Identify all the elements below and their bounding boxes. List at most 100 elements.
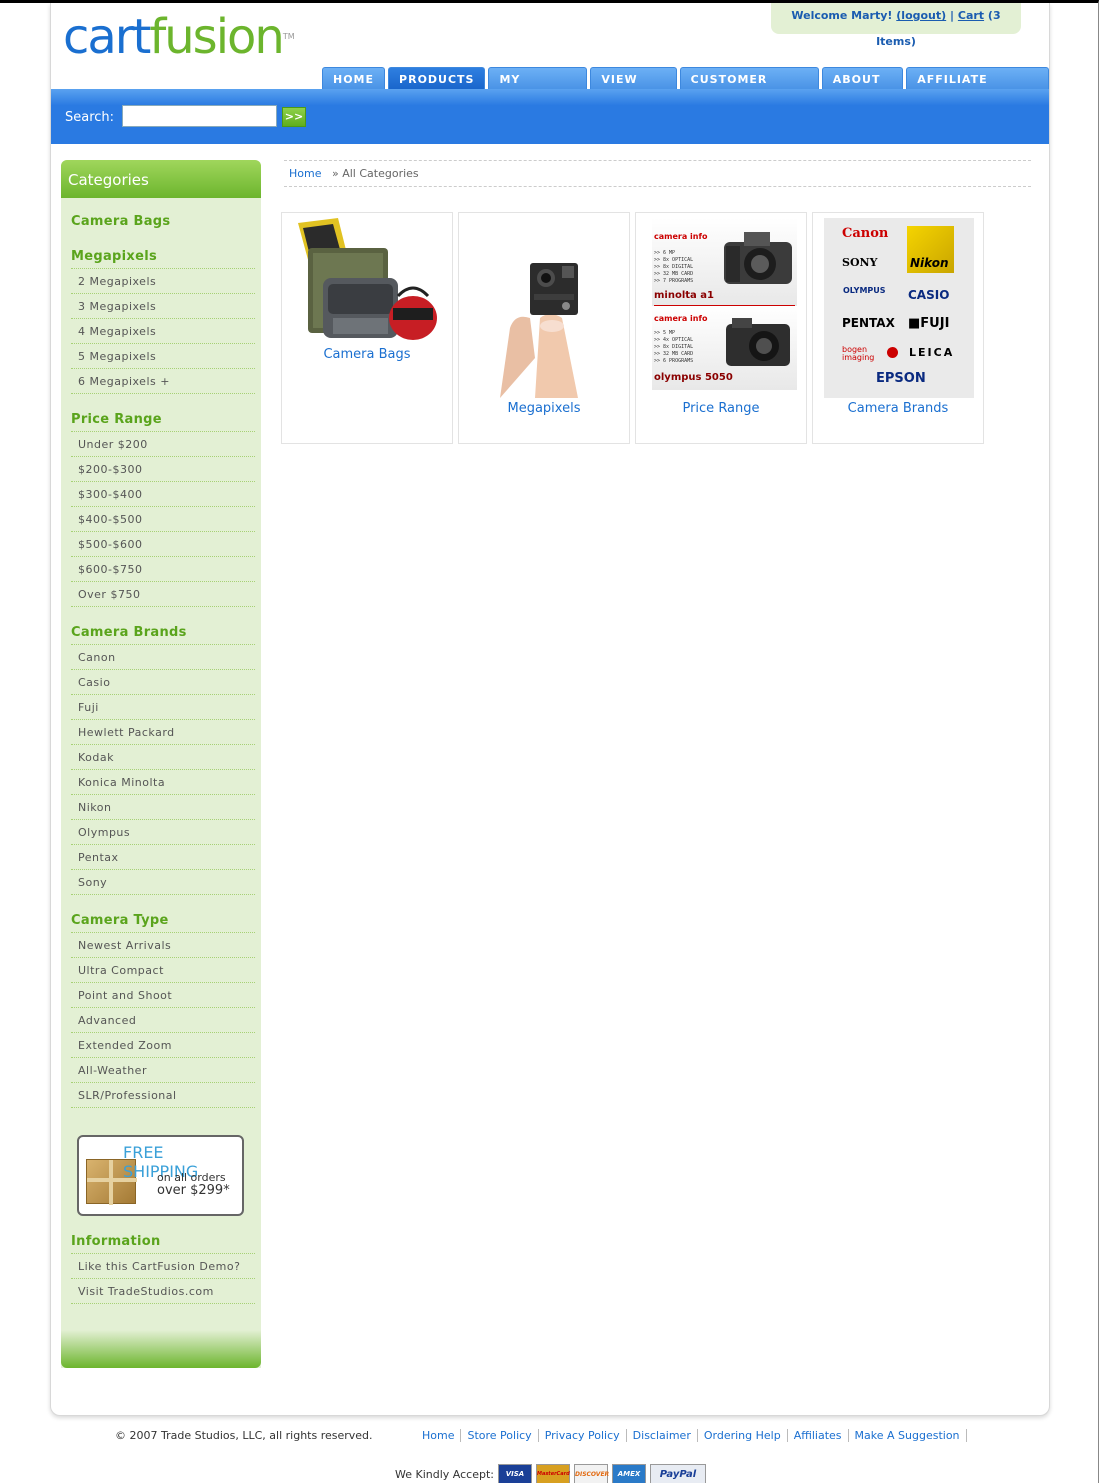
nav-tab-affiliate-program[interactable]: AFFILIATE PROGRAM (906, 67, 1049, 110)
category-label-price-range[interactable]: Price Range (636, 401, 806, 416)
leica-dot-icon (887, 347, 898, 358)
sidebar-heading-camera-brands: Camera Brands (71, 625, 187, 640)
price-range-image: camera info >> 6 MP >> 8x OPTICAL >> 8x DI… (647, 218, 797, 393)
brand-logo-bogen: bogen imaging (842, 345, 875, 362)
sidebar-item-casio[interactable]: Casio (71, 670, 255, 695)
brand-logo-epson: EPSON (876, 371, 926, 386)
footer-link-disclaimer[interactable]: Disclaimer (627, 1429, 698, 1442)
welcome-box: Welcome Marty! (logout) | Cart (3 Items) (771, 3, 1021, 48)
camera-bags-image (293, 218, 443, 343)
breadcrumb: Home » All Categories (284, 160, 1031, 187)
sidebar-title: Categories (61, 160, 261, 198)
footer-link-store-policy[interactable]: Store Policy (461, 1429, 539, 1442)
sidebar-item-tradestudios[interactable]: Visit TradeStudios.com (71, 1279, 255, 1304)
megapixels-image (470, 218, 620, 398)
sidebar-item-500-600[interactable]: $500-$600 (71, 532, 255, 557)
sidebar-item-sony[interactable]: Sony (71, 870, 255, 895)
paypal-icon: PayPal (649, 1464, 706, 1483)
sidebar-item-extended-zoom[interactable]: Extended Zoom (71, 1033, 255, 1058)
category-card-price-range[interactable]: camera info >> 6 MP >> 8x OPTICAL >> 8x DI… (635, 212, 807, 444)
sidebar-item-canon[interactable]: Canon (71, 645, 255, 670)
sidebar-item-2-megapixels[interactable]: 2 Megapixels (71, 269, 255, 294)
sidebar-item-6-megapixels-plus[interactable]: 6 Megapixels + (71, 369, 255, 394)
nav-tab-about-us[interactable]: ABOUT US (821, 67, 904, 110)
sidebar-item-point-and-shoot[interactable]: Point and Shoot (71, 983, 255, 1008)
category-label-camera-brands[interactable]: Camera Brands (813, 401, 983, 416)
sidebar-item-400-500[interactable]: $400-$500 (71, 507, 255, 532)
sidebar-item-hewlett-packard[interactable]: Hewlett Packard (71, 720, 255, 745)
category-label-megapixels[interactable]: Megapixels (459, 401, 629, 416)
camera-info-heading-b: camera info (654, 314, 708, 323)
nav-tab-customer-service[interactable]: CUSTOMER SERVICE (679, 67, 819, 110)
camera-model-a: minolta a1 (654, 290, 714, 301)
category-label-camera-bags[interactable]: Camera Bags (282, 347, 452, 362)
logo-trademark: TM (282, 32, 295, 41)
footer-link-privacy-policy[interactable]: Privacy Policy (539, 1429, 627, 1442)
sidebar-heading-megapixels: Megapixels (71, 249, 157, 264)
brand-logo-olympus: OLYMPUS (843, 286, 886, 295)
nav-tab-products[interactable]: PRODUCTS (388, 67, 486, 89)
sidebar-item-advanced[interactable]: Advanced (71, 1008, 255, 1033)
brand-logo-pentax: PENTAX (842, 316, 895, 330)
nav-tab-view-cart[interactable]: VIEW CART (590, 67, 677, 110)
accept-label: We Kindly Accept: (395, 1468, 494, 1481)
sidebar-item-under-200[interactable]: Under $200 (71, 432, 255, 457)
sidebar-item-slr-professional[interactable]: SLR/Professional (71, 1083, 255, 1108)
sidebar-item-ultra-compact[interactable]: Ultra Compact (71, 958, 255, 983)
footer-link-make-a-suggestion[interactable]: Make A Suggestion (849, 1429, 967, 1442)
categories-sidebar: Categories Camera Bags Megapixels 2 Mega… (61, 160, 261, 1368)
search-bar: Search: >> (51, 89, 1049, 144)
camera-brands-image: Canon Nikon SONY OLYMPUS CASIO PENTAX ■F… (824, 218, 974, 398)
search-submit-button[interactable]: >> (282, 107, 306, 127)
free-shipping-banner[interactable]: FREE SHIPPING on all orders over $299* (77, 1135, 244, 1216)
sidebar-item-konica-minolta[interactable]: Konica Minolta (71, 770, 255, 795)
camera-info-panel-b: camera info >> 5 MP >> 4x OPTICAL >> 8x DI… (652, 306, 797, 390)
sidebar-heading-information: Information (71, 1234, 161, 1249)
camera-icon (724, 232, 792, 284)
logo-text-fusion: fusion (149, 9, 284, 65)
brand-logo-sony: SONY (842, 256, 878, 269)
brand-logo-nikon: Nikon (907, 226, 954, 273)
camera-specs-b: >> 5 MP >> 4x OPTICAL >> 8x DIGITAL >> 32 M… (654, 330, 694, 364)
sidebar-item-cartfusion-demo[interactable]: Like this CartFusion Demo? (71, 1254, 255, 1279)
page-container: cartfusionTM Welcome Marty! (logout) | C… (50, 3, 1050, 1416)
sidebar-item-kodak[interactable]: Kodak (71, 745, 255, 770)
sidebar-item-all-weather[interactable]: All-Weather (71, 1058, 255, 1083)
sidebar-item-newest-arrivals[interactable]: Newest Arrivals (71, 933, 255, 958)
search-input[interactable] (122, 105, 277, 127)
cartfusion-logo[interactable]: cartfusionTM (63, 11, 295, 63)
footer-link-affiliates[interactable]: Affiliates (788, 1429, 849, 1442)
sidebar-link-camera-bags[interactable]: Camera Bags (61, 214, 261, 229)
brand-logo-fuji: ■FUJI (908, 316, 950, 331)
discover-icon: DISCOVER (573, 1464, 609, 1483)
sidebar-item-over-750[interactable]: Over $750 (71, 582, 255, 607)
footer-link-ordering-help[interactable]: Ordering Help (698, 1429, 788, 1442)
sidebar-item-pentax[interactable]: Pentax (71, 845, 255, 870)
sidebar-item-olympus[interactable]: Olympus (71, 820, 255, 845)
sidebar-item-200-300[interactable]: $200-$300 (71, 457, 255, 482)
welcome-text: Welcome Marty! (791, 9, 893, 22)
logout-link[interactable]: (logout) (896, 9, 946, 22)
breadcrumb-home-link[interactable]: Home (289, 167, 321, 180)
sidebar-item-4-megapixels[interactable]: 4 Megapixels (71, 319, 255, 344)
sidebar-item-nikon[interactable]: Nikon (71, 795, 255, 820)
cart-link[interactable]: Cart (958, 9, 984, 22)
category-card-megapixels[interactable]: Megapixels (458, 212, 630, 444)
sidebar-item-300-400[interactable]: $300-$400 (71, 482, 255, 507)
camera-icon (726, 318, 790, 366)
sidebar-item-3-megapixels[interactable]: 3 Megapixels (71, 294, 255, 319)
sidebar-item-fuji[interactable]: Fuji (71, 695, 255, 720)
category-card-camera-brands[interactable]: Canon Nikon SONY OLYMPUS CASIO PENTAX ■F… (812, 212, 984, 444)
footer-links: Home Store Policy Privacy Policy Disclai… (416, 1429, 967, 1442)
sidebar-footer (61, 1330, 261, 1368)
payment-methods: We Kindly Accept: VISA MasterCard DISCOV… (395, 1464, 706, 1483)
nav-tab-my-account[interactable]: MY ACCOUNT (488, 67, 588, 110)
nav-tab-home[interactable]: HOME (322, 67, 386, 89)
camera-model-b: olympus 5050 (654, 372, 733, 383)
brand-logo-casio: CASIO (908, 288, 950, 302)
sidebar-item-5-megapixels[interactable]: 5 Megapixels (71, 344, 255, 369)
footer-link-home[interactable]: Home (416, 1429, 462, 1442)
brand-logo-canon: Canon (842, 226, 889, 241)
sidebar-item-600-750[interactable]: $600-$750 (71, 557, 255, 582)
category-card-camera-bags[interactable]: Camera Bags (281, 212, 453, 444)
